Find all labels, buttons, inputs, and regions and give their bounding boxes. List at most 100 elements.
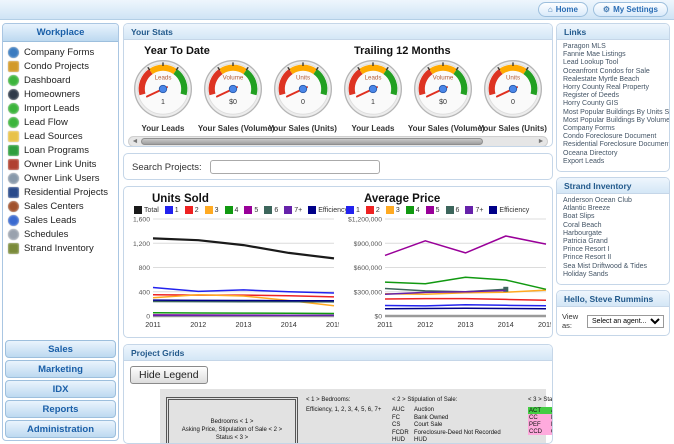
status-label: Pending Contingent Contract xyxy=(551,415,552,421)
grid-key-line: Asking Price, Stipulation of Sale < 2 > xyxy=(181,427,283,433)
links-item[interactable]: Condo Foreclosure Document xyxy=(563,133,663,141)
user-panel: Hello, Steve Rummins View as: Select an … xyxy=(556,290,670,337)
legend-item: 6 xyxy=(264,206,278,214)
links-item[interactable]: Lead Lookup Tool xyxy=(563,59,663,67)
sidebar-section-sales[interactable]: Sales xyxy=(5,340,116,358)
scroll-left-icon[interactable]: ◄ xyxy=(131,137,139,146)
links-item[interactable]: Oceanfront Condos for Sale xyxy=(563,68,663,76)
sidebar-item-sales-centers[interactable]: Sales Centers xyxy=(5,199,116,213)
my-settings-button[interactable]: ⚙ My Settings xyxy=(592,2,668,17)
gauge-dial: Volume $0 xyxy=(203,59,262,119)
grid-key-box: Bedrooms < 1 > Asking Price, Stipulation … xyxy=(166,397,298,443)
inventory-item[interactable]: Patricia Grand xyxy=(563,238,663,246)
units-sold-plot: 04008001,2001,60020112012201320142015 xyxy=(133,217,342,330)
home-button[interactable]: ⌂ Home xyxy=(537,2,588,17)
links-item[interactable]: Most Popular Buildings By Units Sold xyxy=(563,109,669,117)
units-sold-legend: Total 1 2 3 4 5 6 7+ Efficiency xyxy=(134,206,348,214)
sidebar-item-loan-programs[interactable]: Loan Programs xyxy=(5,143,116,157)
sidebar-item-sales-leads[interactable]: Sales Leads xyxy=(5,213,116,227)
links-panel: Links Paragon MLS Fannie Mae Listings Lead… xyxy=(556,23,670,173)
scrollbar-track[interactable] xyxy=(139,138,537,145)
links-item[interactable]: Residential Foreclosure Document xyxy=(563,141,669,149)
legend-swatch xyxy=(204,206,213,214)
green-orb-icon xyxy=(8,74,19,86)
stipulation-label: Auction xyxy=(414,407,435,413)
inventory-item[interactable]: Harbourgate xyxy=(563,230,663,238)
sidebar-item-strand-inventory[interactable]: Strand Inventory xyxy=(5,241,116,255)
links-item[interactable]: Realestate Myrtle Beach xyxy=(563,76,663,84)
stipulation-row: CS Court Sale xyxy=(392,422,520,428)
scroll-right-icon[interactable]: ► xyxy=(537,137,545,146)
svg-text:$900,000: $900,000 xyxy=(354,241,383,248)
sidebar-section-marketing[interactable]: Marketing xyxy=(5,360,116,378)
sidebar-section-administration[interactable]: Administration xyxy=(5,420,116,438)
legend-label: 4 xyxy=(415,206,420,214)
inventory-item[interactable]: Prince Resort I xyxy=(563,246,663,254)
bedrooms-legend-heading: < 1 > Bedrooms: xyxy=(306,397,351,403)
legend-item: 7+ xyxy=(465,206,483,214)
sidebar-item-label: Dashboard xyxy=(24,74,71,86)
links-item[interactable]: Most Popular Buildings By Volume Sold xyxy=(563,117,669,125)
gauge-ytd-leads: Leads 1 Your Leads xyxy=(128,58,198,133)
user-panel-header: Hello, Steve Rummins xyxy=(557,291,669,308)
dollar-icon xyxy=(8,144,19,156)
inventory-item[interactable]: Coral Beach xyxy=(563,222,663,230)
legend-item: 2 xyxy=(184,206,199,214)
sidebar-item-label: Owner Link Units xyxy=(24,158,97,170)
stipulation-row: FCDR Foreclosure-Deed Not Recorded xyxy=(392,430,520,436)
sidebar-item-label: Sales Leads xyxy=(24,214,77,226)
inventory-item[interactable]: Holiday Sands xyxy=(563,271,663,279)
green-orb-icon xyxy=(8,116,19,128)
links-item[interactable]: Export Leads xyxy=(563,158,663,166)
stipulation-code: AUC xyxy=(392,407,405,413)
inventory-item[interactable]: Atlantic Breeze xyxy=(563,205,663,213)
sidebar-item-label: Strand Inventory xyxy=(24,242,94,254)
links-item[interactable]: Oceana Directory xyxy=(563,150,663,158)
stats-horizontal-scrollbar[interactable]: ◄ ► xyxy=(128,136,548,146)
sidebar-item-lead-flow[interactable]: Lead Flow xyxy=(5,115,116,129)
stipulation-code: HUD xyxy=(392,437,405,443)
sidebar-item-homeowners[interactable]: Homeowners xyxy=(5,87,116,101)
svg-text:400: 400 xyxy=(139,289,151,296)
sidebar-item-label: Homeowners xyxy=(24,88,80,100)
status-row: ACT Active xyxy=(528,407,552,414)
links-item[interactable]: Paragon MLS xyxy=(563,43,663,51)
sidebar-item-lead-sources[interactable]: Lead Sources xyxy=(5,129,116,143)
legend-label: 1 xyxy=(174,206,179,214)
legend-item: 3 xyxy=(204,206,219,214)
legend-label: 1 xyxy=(356,206,360,214)
hide-legend-button[interactable]: Hide Legend xyxy=(130,366,208,384)
gauge-caption: Your Leads xyxy=(351,124,395,133)
view-as-select[interactable]: Select an agent... xyxy=(587,314,664,328)
inventory-item[interactable]: Prince Resort II xyxy=(563,254,663,262)
sidebar-item-owner-link-units[interactable]: Owner Link Units xyxy=(5,157,116,171)
links-item[interactable]: Register of Deeds xyxy=(563,92,663,100)
sidebar-item-label: Owner Link Users xyxy=(24,172,100,184)
legend-label: 5 xyxy=(435,206,440,214)
left-sidebar: Workplace Company Forms Condo Projects D… xyxy=(2,23,119,441)
legend-label: 6 xyxy=(455,206,460,214)
sidebar-item-condo-projects[interactable]: Condo Projects xyxy=(5,59,116,73)
gauge-ytd-volume: Volume $0 Your Sales (Volume) xyxy=(198,58,275,133)
sidebar-item-owner-link-users[interactable]: Owner Link Users xyxy=(5,171,116,185)
links-item[interactable]: Fannie Mae Listings xyxy=(563,51,663,59)
sidebar-item-import-leads[interactable]: Import Leads xyxy=(5,101,116,115)
inventory-item[interactable]: Boat Slips xyxy=(563,213,663,221)
stipulation-code: CS xyxy=(392,422,401,428)
sidebar-section-reports[interactable]: Reports xyxy=(5,400,116,418)
legend-item: Total xyxy=(134,206,159,214)
inventory-item[interactable]: Sea Mist Driftwood & Tides xyxy=(563,263,663,271)
view-as-label: View as: xyxy=(562,312,579,331)
links-item[interactable]: Company Forms xyxy=(563,125,663,133)
inventory-item[interactable]: Anderson Ocean Club xyxy=(563,197,663,205)
links-item[interactable]: Horry County GIS xyxy=(563,100,663,108)
sidebar-item-company-forms[interactable]: Company Forms xyxy=(5,45,116,59)
sidebar-item-schedules[interactable]: Schedules xyxy=(5,227,116,241)
svg-text:2013: 2013 xyxy=(236,320,252,329)
links-item[interactable]: Horry County Real Property xyxy=(563,84,663,92)
sidebar-item-dashboard[interactable]: Dashboard xyxy=(5,73,116,87)
search-projects-input[interactable] xyxy=(209,160,380,174)
scrollbar-thumb[interactable] xyxy=(141,138,484,145)
sidebar-section-idx[interactable]: IDX xyxy=(5,380,116,398)
sidebar-item-residential-projects[interactable]: Residential Projects xyxy=(5,185,116,199)
